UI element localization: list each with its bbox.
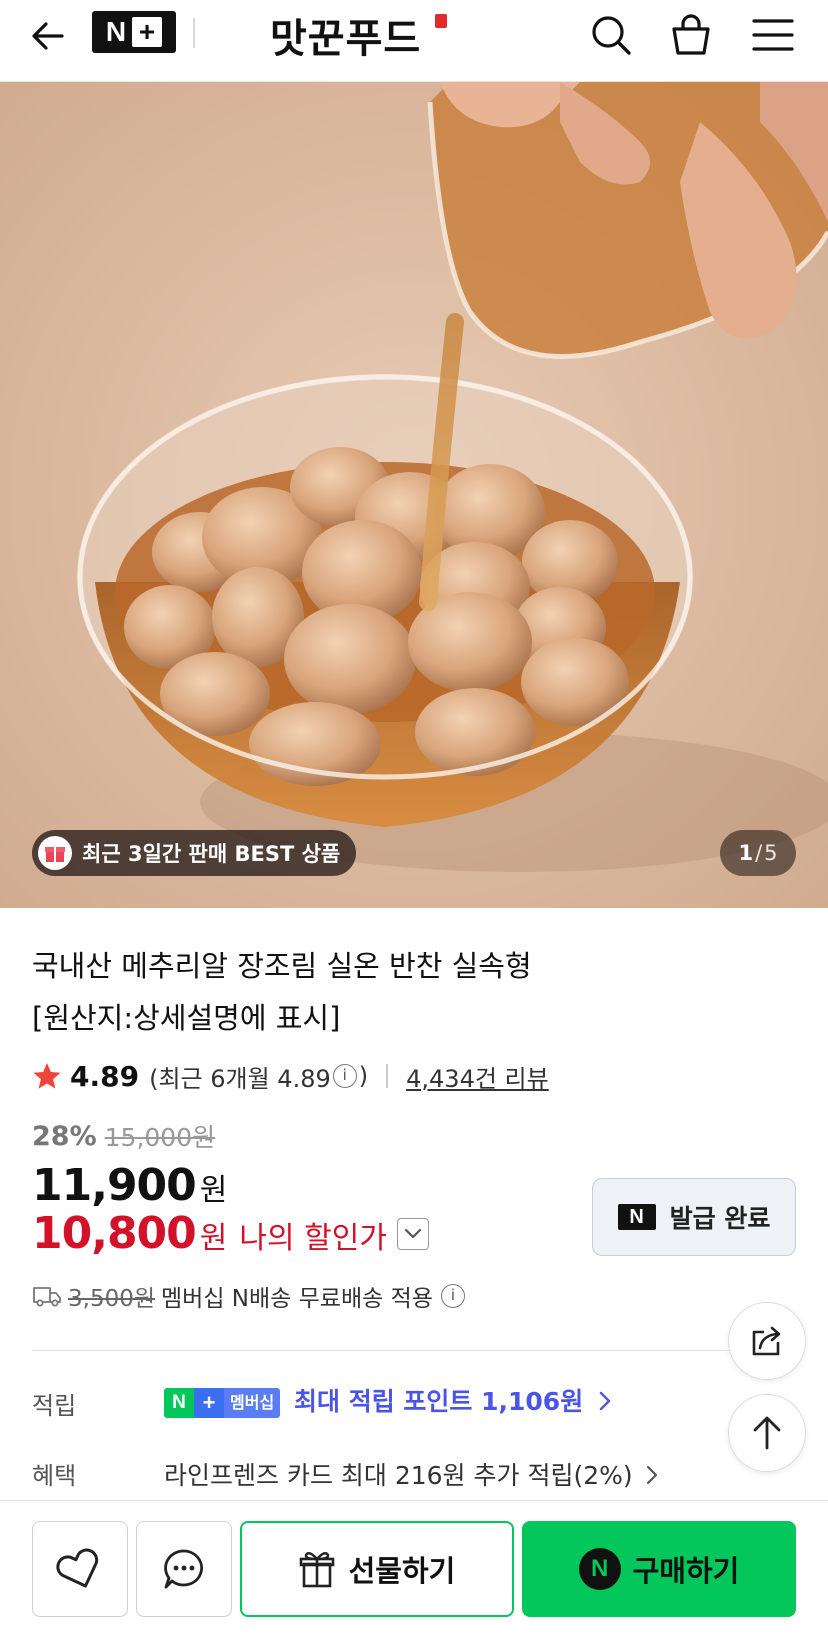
image-counter: 1 / 5: [720, 830, 796, 876]
product-title-line2: [원산지:상세설명에 표시]: [32, 1001, 341, 1035]
review-count-link[interactable]: 4,434건 리뷰: [406, 1059, 549, 1094]
chevron-down-icon: [404, 1228, 422, 1238]
header-divider: [193, 18, 195, 48]
product-image-carousel[interactable]: 최근 3일간 판매 BEST 상품 1 / 5: [0, 82, 828, 908]
buy-button[interactable]: N 구매하기: [522, 1521, 796, 1617]
card-benefit-link[interactable]: 라인프렌즈 카드 최대 216원 추가 적립(2%): [164, 1456, 659, 1492]
shipping-row: 3,500원 멤버십 N배송 무료배송 적용 i: [32, 1278, 467, 1314]
my-discount-price-unit: 원: [199, 1221, 228, 1256]
store-seal-icon: [435, 14, 447, 28]
store-name[interactable]: 맛꾼푸드: [270, 6, 421, 64]
delivery-truck-icon: [33, 1287, 61, 1307]
gift-label: 선물하기: [348, 1554, 456, 1588]
sale-price: 11,900: [32, 1160, 197, 1211]
sale-price-unit: 원: [199, 1173, 228, 1208]
shipping-text: 멤버십 N배송 무료배송 적용: [161, 1286, 433, 1312]
buy-label: 구매하기: [632, 1554, 740, 1588]
rating-separator: [386, 1064, 389, 1088]
naver-pay-icon: N: [578, 1548, 621, 1590]
shipping-info-icon[interactable]: i: [440, 1284, 465, 1308]
gift-button[interactable]: 선물하기: [240, 1521, 514, 1617]
star-icon: [33, 1063, 61, 1089]
menu-button[interactable]: [748, 10, 798, 60]
logo-plus: +: [132, 17, 163, 47]
my-price-row: 10,800 원 나의 할인가: [32, 1208, 429, 1259]
product-photo: [0, 82, 828, 908]
badge-n: N: [164, 1388, 194, 1418]
image-counter-separator: /: [755, 841, 763, 865]
search-button[interactable]: [586, 10, 636, 60]
bottom-action-bar: 선물하기 N 구매하기: [0, 1500, 828, 1638]
coupon-issued-label: 발급 완료: [669, 1204, 771, 1233]
max-points-link[interactable]: 최대 적립 포인트 1,106원: [294, 1382, 612, 1418]
benefit-label: 혜택: [32, 1462, 77, 1490]
best-seller-text: 최근 3일간 판매 BEST 상품: [82, 842, 341, 866]
points-label: 적립: [32, 1392, 77, 1420]
badge-membership: 멤버십: [224, 1388, 281, 1418]
my-discount-price: 10,800: [32, 1208, 197, 1259]
chevron-right-icon: [646, 1465, 657, 1485]
my-price-expand-button[interactable]: [396, 1217, 429, 1250]
max-points-text: 최대 적립 포인트 1,106원: [294, 1387, 584, 1416]
nplus-membership-badge: N + 멤버십: [164, 1388, 281, 1418]
shopping-bag-icon: [672, 14, 710, 55]
back-button[interactable]: [24, 12, 72, 60]
cart-button[interactable]: [666, 10, 716, 60]
shipping-original-fee: 3,500원: [68, 1286, 156, 1312]
rating-row: 4.89 (최근 6개월 4.89 i ) 4,434건 리뷰: [32, 1056, 549, 1096]
image-counter-total: 5: [764, 841, 778, 865]
info-icon[interactable]: i: [332, 1064, 357, 1088]
best-seller-badge: 최근 3일간 판매 BEST 상품: [32, 830, 357, 876]
arrow-left-icon: [32, 22, 64, 50]
rating-value: 4.89: [70, 1059, 140, 1093]
sale-price-row: 11,900 원: [32, 1160, 227, 1211]
logo-n: N: [105, 16, 127, 47]
top-header: N + 맛꾼푸드: [0, 0, 828, 82]
section-divider: [32, 1350, 732, 1351]
badge-plus: +: [194, 1388, 224, 1418]
recent-rating-close: ): [358, 1062, 369, 1090]
chevron-right-icon: [599, 1391, 611, 1411]
discount-rate: 28%: [32, 1120, 97, 1152]
chat-bubble-icon: [164, 1549, 203, 1589]
talk-button[interactable]: [136, 1521, 232, 1617]
scroll-top-button[interactable]: [728, 1394, 806, 1472]
gift-icon: [299, 1552, 334, 1588]
recent-rating-text: (최근 6개월 4.89: [149, 1064, 331, 1093]
heart-outline-icon: [56, 1548, 99, 1588]
discount-row: 28% 15,000원: [32, 1116, 215, 1156]
image-counter-current: 1: [738, 841, 754, 865]
naver-n-icon: N: [617, 1204, 656, 1230]
card-benefit-text: 라인프렌즈 카드 최대 216원 추가 적립(2%): [164, 1461, 633, 1490]
search-icon: [592, 16, 631, 55]
share-button[interactable]: [728, 1302, 806, 1380]
nplus-logo[interactable]: N +: [92, 11, 176, 53]
coupon-issued-button[interactable]: N 발급 완료: [592, 1178, 796, 1256]
my-discount-label: 나의 할인가: [239, 1221, 387, 1256]
product-title-line1: 국내산 메추리알 장조림 실온 반찬 실속형: [32, 949, 532, 983]
share-icon: [752, 1326, 781, 1356]
wishlist-button[interactable]: [32, 1521, 128, 1617]
original-price: 15,000원: [104, 1123, 216, 1152]
product-title: 국내산 메추리알 장조림 실온 반찬 실속형 [원산지:상세설명에 표시]: [32, 940, 732, 1044]
arrow-up-icon: [753, 1416, 781, 1450]
menu-icon: [752, 19, 794, 51]
gift-box-icon: [38, 836, 72, 870]
